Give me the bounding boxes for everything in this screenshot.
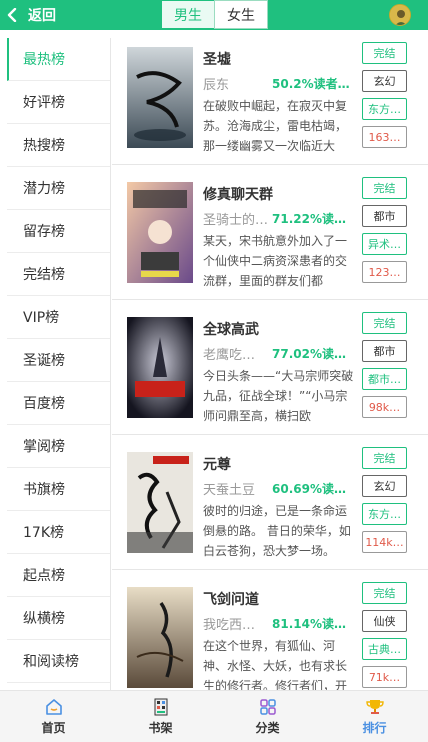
retention-ratio: 71.22%读者… [272, 212, 356, 226]
genre-badge: 玄幻 [362, 475, 407, 497]
book-author: 我吃西… [203, 618, 256, 633]
book-author: 天蚕土豆 [203, 483, 256, 498]
book-tags: 完结 玄幻 东方… 163… [362, 42, 407, 154]
book-cover[interactable] [127, 47, 193, 148]
avatar[interactable] [389, 4, 411, 26]
count-badge: 123… [362, 261, 407, 283]
genre-badge: 仙侠 [362, 610, 407, 632]
book-author: 圣骑士的… [203, 213, 269, 228]
nav-home[interactable]: 首页 [0, 691, 107, 742]
book-cover-image [127, 47, 193, 148]
book-author: 老鹰吃… [203, 348, 256, 363]
book-description: 在这个世界，有狐仙、河神、水怪、大妖，也有求长生的修行者。修行者们，开法眼… [203, 639, 348, 690]
chevron-left-icon [7, 8, 17, 22]
status-badge: 完结 [362, 42, 407, 64]
book-cover[interactable] [127, 182, 193, 283]
book-list: 圣墟 辰东 50.2%读者存留 在破败中崛起，在寂灭中复苏。沧海成尘，雷电枯竭，… [112, 30, 428, 690]
book-description: 在破败中崛起，在寂灭中复苏。沧海成尘，雷电枯竭，那一缕幽雾又一次临近大地，… [203, 99, 348, 153]
sidebar-item-completed[interactable]: 完结榜 [7, 253, 110, 296]
sidebar-item-qidian[interactable]: 起点榜 [7, 554, 110, 597]
genre-badge: 玄幻 [362, 70, 407, 92]
retention-ratio: 60.69%读者存留 [272, 482, 356, 496]
book-cover[interactable] [127, 452, 193, 553]
category-badge: 东方… [362, 98, 407, 120]
sidebar-item-zongheng[interactable]: 纵横榜 [7, 597, 110, 640]
book-description: 某天，宋书航意外加入了一个仙侠中二病资深患者的交流群，里面的群友们都以'道… [203, 234, 348, 288]
list-item[interactable]: 圣墟 辰东 50.2%读者存留 在破败中崛起，在寂灭中复苏。沧海成尘，雷电枯竭，… [112, 30, 428, 165]
category-badge: 异术… [362, 233, 407, 255]
status-badge: 完结 [362, 582, 407, 604]
nav-bookshelf[interactable]: 书架 [107, 691, 214, 742]
sidebar-item-baidu[interactable]: 百度榜 [7, 382, 110, 425]
genre-badge: 都市 [362, 340, 407, 362]
retention-ratio: 50.2%读者存留 [272, 77, 356, 91]
sidebar-item-zhangyue[interactable]: 掌阅榜 [7, 425, 110, 468]
category-badge: 东方… [362, 503, 407, 525]
count-badge: 163… [362, 126, 407, 148]
user-avatar-icon [390, 5, 410, 25]
status-badge: 完结 [362, 312, 407, 334]
sidebar-item-shuqi[interactable]: 书旗榜 [7, 468, 110, 511]
ranking-sidebar: 最热榜 好评榜 热搜榜 潜力榜 留存榜 完结榜 VIP榜 圣诞榜 百度榜 掌阅榜… [7, 38, 111, 690]
tab-female[interactable]: 女生 [214, 0, 268, 29]
gender-tabs: 男生 女生 [161, 0, 268, 29]
top-bar: 返回 男生 女生 [0, 0, 428, 30]
book-title[interactable]: 全球高武 [203, 319, 259, 339]
book-description: 彼时的归途，已是一条命运倒悬的路。 昔日的荣华，如白云苍狗，恐大梦一场。 少… [203, 504, 351, 558]
list-item[interactable]: 元尊 天蚕土豆 60.69%读者存留 彼时的归途，已是一条命运倒悬的路。 昔日的… [112, 435, 428, 570]
list-item[interactable]: 修真聊天群 圣骑士的… 71.22%读者… 某天，宋书航意外加入了一个仙侠中二病… [112, 165, 428, 300]
category-icon [259, 699, 276, 715]
bottom-nav: 首页 书架 分类 排行 [0, 690, 428, 742]
status-badge: 完结 [362, 447, 407, 469]
book-title[interactable]: 元尊 [203, 454, 231, 474]
genre-badge: 都市 [362, 205, 407, 227]
count-badge: 98k… [362, 396, 407, 418]
back-button[interactable]: 返回 [6, 4, 56, 26]
book-cover-image [127, 452, 193, 553]
category-badge: 都市… [362, 368, 407, 390]
sidebar-item-hottest[interactable]: 最热榜 [7, 38, 110, 81]
sidebar-item-heyuedu[interactable]: 和阅读榜 [7, 640, 110, 683]
nav-ranking[interactable]: 排行 [321, 691, 428, 742]
book-tags: 完结 玄幻 东方… 114k… [362, 447, 407, 559]
book-cover-image [127, 587, 193, 688]
list-item[interactable]: 飞剑问道 我吃西… 81.14%读者… 在这个世界，有狐仙、河神、水怪、大妖，也… [112, 570, 428, 690]
list-item[interactable]: 全球高武 老鹰吃… 77.02%读者… 今日头条——“大马宗师突破九品，征战全球… [112, 300, 428, 435]
tab-male[interactable]: 男生 [161, 0, 215, 29]
sidebar-item-christmas[interactable]: 圣诞榜 [7, 339, 110, 382]
count-badge: 114k… [362, 531, 407, 553]
sidebar-item-vip[interactable]: VIP榜 [7, 296, 110, 339]
home-icon [45, 699, 62, 715]
book-cover[interactable] [127, 587, 193, 688]
book-cover-image [127, 317, 193, 418]
sidebar-item-17k[interactable]: 17K榜 [7, 511, 110, 554]
count-badge: 71k… [362, 666, 407, 688]
sidebar-item-potential[interactable]: 潜力榜 [7, 167, 110, 210]
nav-category[interactable]: 分类 [214, 691, 321, 742]
book-tags: 完结 都市 都市… 98k… [362, 312, 407, 424]
trophy-icon [365, 700, 384, 714]
book-title[interactable]: 飞剑问道 [203, 589, 259, 609]
retention-ratio: 77.02%读者… [272, 347, 356, 361]
book-tags: 完结 都市 异术… 123… [362, 177, 407, 289]
book-title[interactable]: 圣墟 [203, 49, 231, 69]
retention-ratio: 81.14%读者… [272, 617, 356, 631]
category-badge: 古典… [362, 638, 407, 660]
sidebar-item-hot-search[interactable]: 热搜榜 [7, 124, 110, 167]
sidebar-item-retention[interactable]: 留存榜 [7, 210, 110, 253]
book-tags: 完结 仙侠 古典… 71k… [362, 582, 407, 690]
status-badge: 完结 [362, 177, 407, 199]
book-cover[interactable] [127, 317, 193, 418]
back-label: 返回 [28, 8, 56, 24]
sidebar-item-good-reviews[interactable]: 好评榜 [7, 81, 110, 124]
book-description: 今日头条——“大马宗师突破九品，征战全球！”“小马宗师问鼎至高，横扫欧亚！”“乔… [203, 369, 354, 423]
book-cover-image [127, 182, 193, 283]
book-title[interactable]: 修真聊天群 [203, 184, 273, 204]
book-author: 辰东 [203, 78, 230, 93]
bookshelf-icon [154, 698, 167, 716]
